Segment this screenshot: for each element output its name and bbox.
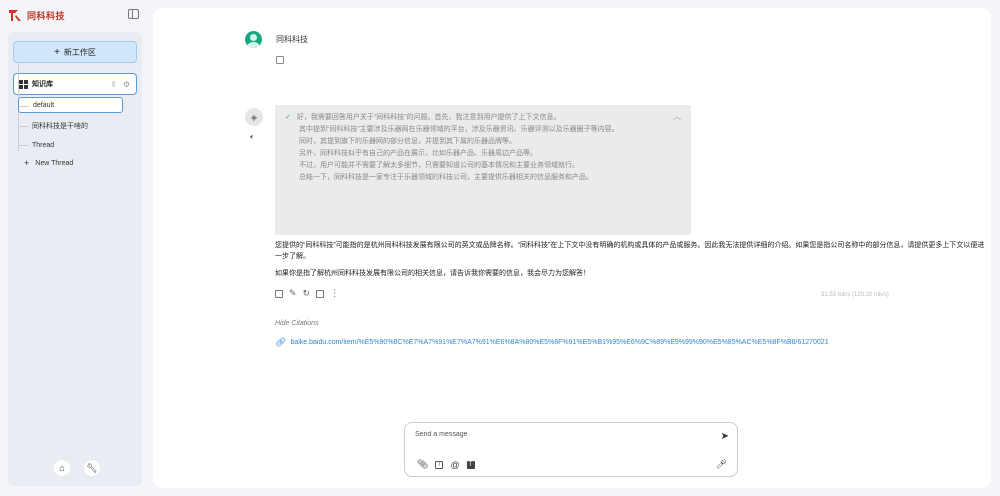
message-actions: ✎ ↻ ⋮ bbox=[275, 288, 339, 299]
check-circle-icon: ✓ bbox=[285, 114, 291, 121]
plus-icon: + bbox=[24, 158, 30, 168]
thinking-line: 其中提到“同科科技”主要涉及乐器网在乐器领域的平台，涉及乐器资讯、乐器评测以及乐… bbox=[299, 126, 619, 133]
citation-link[interactable]: 🔗︎ baike.baidu.com/item/%E5%90%8C%E7%A7%… bbox=[275, 337, 987, 348]
answer-paragraph: 如果你是指了解杭州同科科技发展有限公司的相关信息，请告诉我你需要的信息，我会尽力… bbox=[275, 270, 590, 277]
link-icon: 🔗︎ bbox=[275, 337, 287, 347]
hide-citations-link[interactable]: Hide Citations bbox=[275, 320, 319, 327]
token-speed: 31.53 tok/s (120.20 tok/s) bbox=[821, 292, 889, 298]
thread-item-thread[interactable]: Thread bbox=[18, 137, 54, 153]
edit-icon[interactable]: ✎ bbox=[289, 288, 297, 299]
thread-item-default[interactable]: default bbox=[18, 97, 123, 113]
citation-url: baike.baidu.com/item/%E5%90%8C%E7%A7%91%… bbox=[290, 339, 829, 346]
wrench-icon[interactable]: 🔧︎ bbox=[84, 460, 100, 476]
thinking-line: 不过，用户可能并不需要了解太多细节，只需要知道公司的基本情况和主要业务领域就行。 bbox=[299, 162, 579, 169]
upload-icon[interactable]: ⇪ bbox=[110, 80, 117, 89]
user-avatar bbox=[245, 31, 262, 48]
thread-label: Thread bbox=[32, 141, 55, 149]
thread-item-company[interactable]: 同科科技是干啥的 bbox=[18, 118, 88, 134]
send-icon[interactable]: ➤ bbox=[721, 431, 729, 442]
grid-icon bbox=[19, 79, 28, 89]
new-thread-button[interactable]: + New Thread bbox=[24, 158, 73, 168]
sidebar: 同科科技 + 新工作区 知识库 ⇪ ⚙ default 同科科技是干啥的 Thr… bbox=[0, 0, 150, 496]
copy-icon[interactable] bbox=[275, 289, 283, 298]
at-mention-icon[interactable]: @ bbox=[450, 460, 459, 470]
sidebar-toggle-icon[interactable] bbox=[128, 9, 139, 19]
message-input[interactable] bbox=[415, 431, 695, 438]
new-thread-label: New Thread bbox=[35, 159, 74, 167]
new-workspace-label: 新工作区 bbox=[63, 47, 96, 57]
thread-label: 同科科技是干啥的 bbox=[32, 123, 88, 130]
user-message-text: 同科科技 bbox=[276, 35, 308, 44]
thinking-line: 总结一下，同科科技是一家专注于乐器领域的科技公司，主要提供乐器相关的信息服务和产… bbox=[299, 174, 593, 181]
brand: 同科科技 bbox=[8, 8, 65, 22]
bot-avatar: ◈ bbox=[245, 108, 263, 126]
answer-paragraph: 您提供的“同科科技”可能指的是杭州同科科技发展有限公司的英文或品牌名称。“同科科… bbox=[275, 242, 985, 260]
thinking-line: 好，我需要回答用户关于“同科科技”的问题。首先，我注意到用户提供了上下文信息。 bbox=[296, 114, 561, 121]
chat-panel: 同科科技 ◈ 🔈︎ ✓ 好，我需要回答用户关于“同科科技”的问题。首先，我注意到… bbox=[153, 8, 991, 488]
knowledge-base-item[interactable]: 知识库 ⇪ ⚙ bbox=[13, 73, 137, 95]
message-composer: ➤ 📎︎ / @ T 🎤︎ bbox=[404, 422, 738, 477]
brand-name: 同科科技 bbox=[27, 10, 66, 21]
copy-icon[interactable] bbox=[276, 56, 284, 64]
thinking-line: 同时，其提到旗下的乐器网的部分信息，并提到其下属的乐器品牌等。 bbox=[299, 138, 516, 145]
fork-icon[interactable] bbox=[316, 289, 325, 298]
attach-icon[interactable]: 📎︎ bbox=[417, 459, 428, 470]
thinking-block[interactable]: ✓ 好，我需要回答用户关于“同科科技”的问题。首先，我注意到用户提供了上下文信息… bbox=[275, 105, 691, 235]
thinking-line: 另外，同科科技似乎有自己的产品在展示，比如乐器产品、乐器周边产品等。 bbox=[299, 150, 537, 157]
slash-command-icon[interactable]: / bbox=[435, 460, 444, 469]
microphone-icon[interactable]: 🎤︎ bbox=[716, 459, 727, 470]
new-workspace-button[interactable]: + 新工作区 bbox=[13, 41, 137, 63]
speaker-icon[interactable]: 🔈︎ bbox=[250, 132, 255, 142]
thread-label: default bbox=[33, 101, 55, 109]
brand-logo-icon bbox=[9, 10, 21, 21]
chevron-up-icon[interactable]: ︿ bbox=[673, 111, 681, 122]
assistant-answer: 您提供的“同科科技”可能指的是杭州同科科技发展有限公司的英文或品牌名称。“同科科… bbox=[275, 240, 985, 285]
plus-icon: + bbox=[54, 46, 60, 58]
home-icon[interactable]: ⌂ bbox=[54, 460, 70, 476]
user-message: 同科科技 bbox=[245, 31, 308, 48]
text-size-icon[interactable]: T bbox=[466, 460, 475, 469]
gear-icon[interactable]: ⚙ bbox=[123, 80, 130, 89]
refresh-icon[interactable]: ↻ bbox=[303, 288, 311, 299]
more-icon[interactable]: ⋮ bbox=[330, 288, 339, 299]
knowledge-base-label: 知识库 bbox=[32, 81, 53, 88]
